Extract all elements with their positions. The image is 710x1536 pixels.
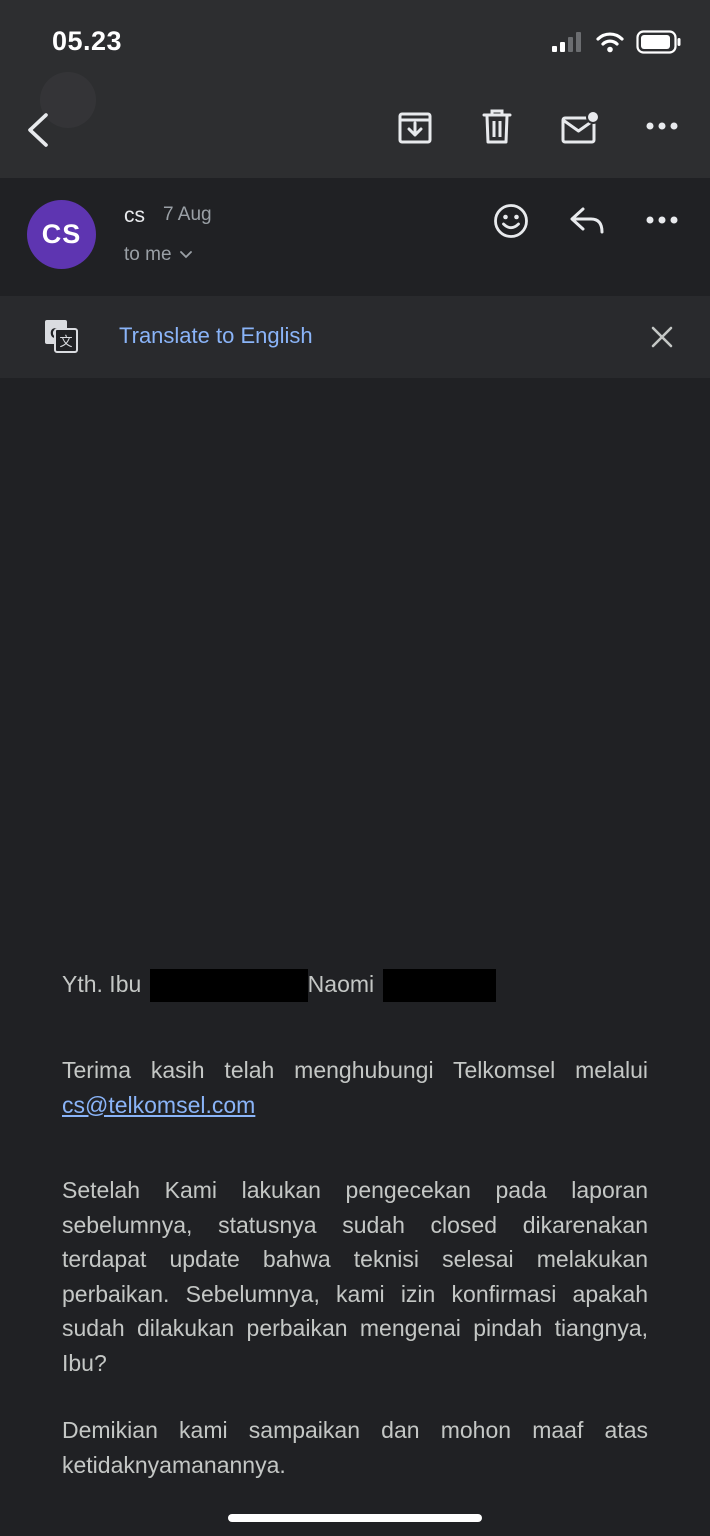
reply-icon[interactable] xyxy=(569,206,605,236)
paragraph-2: Setelah Kami lakukan pengecekan pada lap… xyxy=(62,1177,648,1376)
emoji-reaction-icon[interactable] xyxy=(493,203,529,239)
back-arrow-icon[interactable] xyxy=(24,112,52,148)
message-header: CS cs 7 Aug to me xyxy=(0,178,710,296)
mail-unread-icon[interactable] xyxy=(560,110,600,146)
sender-avatar[interactable]: CS xyxy=(27,200,96,269)
paragraph-1-text: Terima kasih telah menghubungi Telkomsel… xyxy=(62,1057,648,1083)
recipient-label: to me xyxy=(124,244,172,265)
paragraph-3: Demikian kami sampaikan dan mohon maaf a… xyxy=(62,1417,648,1478)
google-translate-icon: G 文 xyxy=(45,320,78,353)
greeting-prefix: Yth. Ibu xyxy=(62,971,142,997)
svg-text:文: 文 xyxy=(59,335,72,350)
archive-icon[interactable] xyxy=(398,108,432,144)
status-icons xyxy=(552,30,682,54)
translate-link[interactable]: Translate to English xyxy=(119,323,313,349)
battery-icon xyxy=(636,30,681,54)
redacted-block xyxy=(149,969,308,1003)
redacted-block xyxy=(382,969,496,1003)
message-date: 7 Aug xyxy=(163,204,212,225)
greeting-line: Yth. Ibu Naomi xyxy=(62,967,648,1003)
trash-icon[interactable] xyxy=(482,108,512,144)
top-toolbar: 05.23 xyxy=(0,0,710,178)
translate-bar: G 文 Translate to English xyxy=(0,296,710,378)
sender-name[interactable]: cs xyxy=(124,204,145,228)
greeting-name: Naomi xyxy=(307,971,375,997)
message-more-icon[interactable] xyxy=(646,215,678,225)
status-time: 05.23 xyxy=(52,26,123,56)
email-link[interactable]: cs@telkomsel.com xyxy=(62,1092,255,1118)
cellular-signal-icon xyxy=(552,32,581,52)
home-indicator[interactable] xyxy=(228,1514,482,1522)
chevron-down-icon xyxy=(179,251,192,259)
paragraph-1: Terima kasih telah menghubungi Telkomsel… xyxy=(62,1053,648,1122)
more-horizontal-icon[interactable] xyxy=(646,121,678,131)
wifi-icon xyxy=(596,32,624,53)
recipient-details[interactable]: to me xyxy=(124,244,192,266)
close-icon[interactable] xyxy=(651,326,673,348)
